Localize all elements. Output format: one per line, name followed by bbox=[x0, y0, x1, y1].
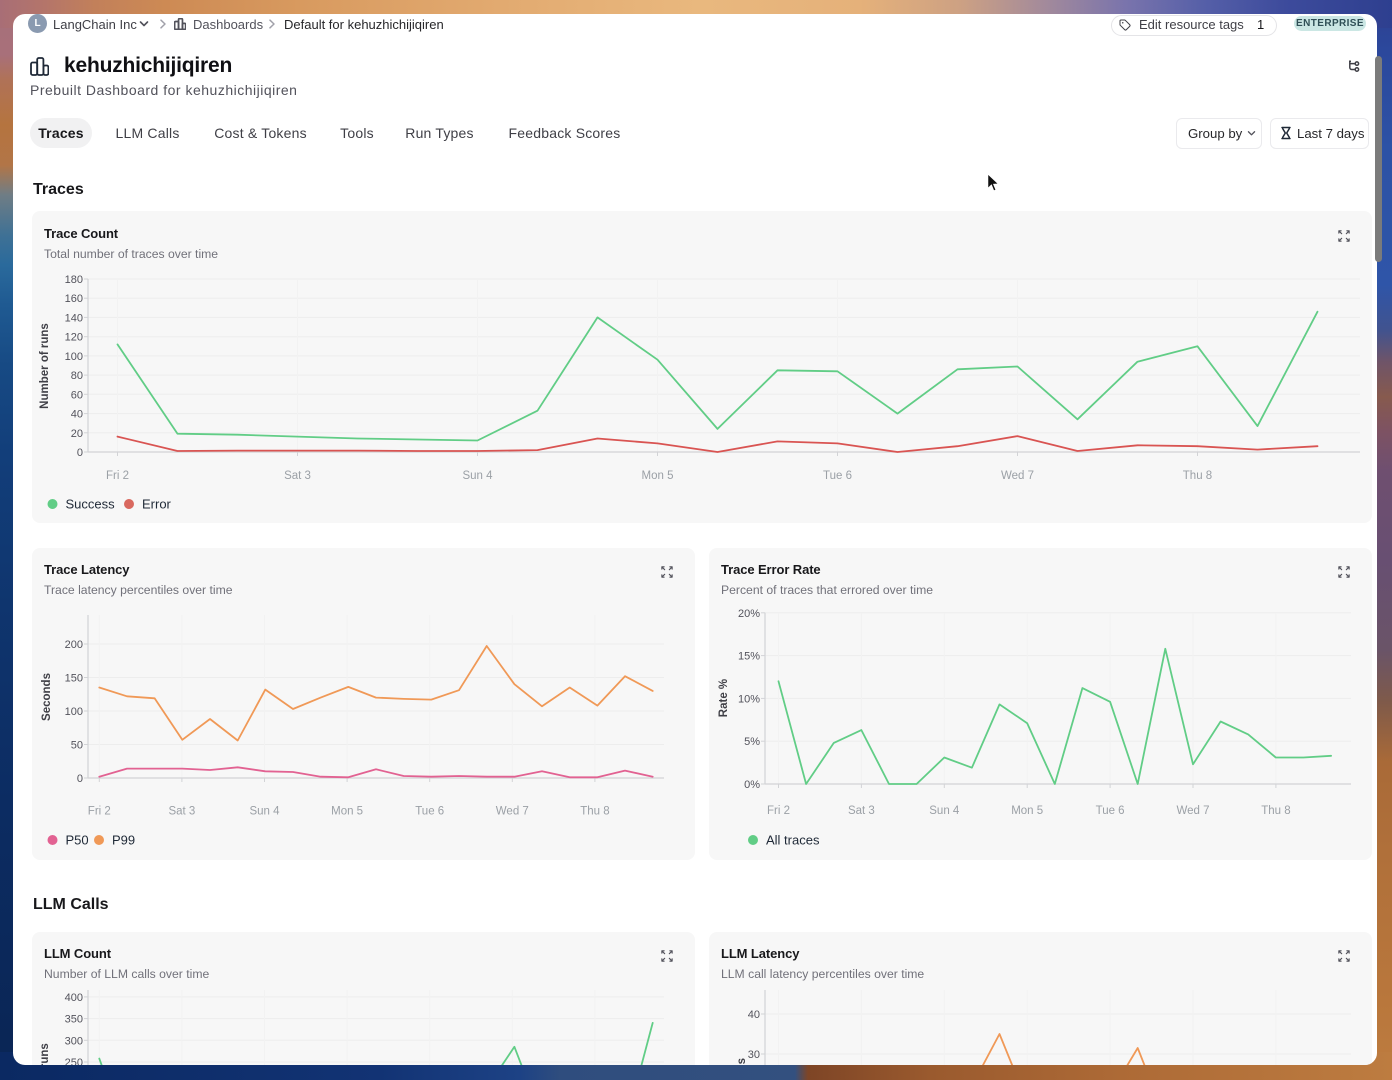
svg-text:350: 350 bbox=[65, 1014, 83, 1026]
svg-text:P99: P99 bbox=[112, 833, 135, 848]
svg-text:0: 0 bbox=[77, 773, 83, 785]
svg-text:Seconds: Seconds bbox=[736, 1058, 748, 1065]
svg-text:Tue 6: Tue 6 bbox=[415, 806, 444, 818]
svg-text:80: 80 bbox=[71, 370, 83, 382]
svg-text:P50: P50 bbox=[66, 833, 89, 848]
svg-text:200: 200 bbox=[65, 639, 83, 651]
svg-text:5%: 5% bbox=[744, 736, 760, 748]
svg-text:0%: 0% bbox=[744, 779, 760, 791]
svg-text:Tue 6: Tue 6 bbox=[823, 470, 852, 482]
svg-text:250: 250 bbox=[65, 1057, 83, 1065]
svg-text:Mon 5: Mon 5 bbox=[331, 806, 363, 818]
svg-text:15%: 15% bbox=[738, 651, 760, 663]
svg-text:300: 300 bbox=[65, 1035, 83, 1047]
svg-text:Rate %: Rate % bbox=[718, 679, 730, 717]
svg-text:Thu 8: Thu 8 bbox=[580, 806, 609, 818]
svg-text:Number of runs: Number of runs bbox=[39, 1043, 51, 1065]
svg-text:0: 0 bbox=[77, 447, 83, 459]
svg-text:140: 140 bbox=[65, 312, 83, 324]
svg-text:400: 400 bbox=[65, 992, 83, 1004]
svg-text:Sun 4: Sun 4 bbox=[929, 805, 960, 817]
svg-text:Wed 7: Wed 7 bbox=[1176, 805, 1209, 817]
svg-text:Sun 4: Sun 4 bbox=[462, 470, 493, 482]
svg-text:Wed 7: Wed 7 bbox=[496, 806, 529, 818]
svg-text:100: 100 bbox=[65, 351, 83, 363]
svg-text:Fri 2: Fri 2 bbox=[88, 806, 111, 818]
svg-text:Fri 2: Fri 2 bbox=[106, 470, 129, 482]
svg-text:10%: 10% bbox=[738, 693, 760, 705]
svg-text:50: 50 bbox=[71, 740, 83, 752]
svg-text:150: 150 bbox=[65, 673, 83, 685]
svg-text:40: 40 bbox=[71, 409, 83, 421]
svg-text:40: 40 bbox=[748, 1009, 760, 1021]
svg-text:100: 100 bbox=[65, 706, 83, 718]
svg-text:Tue 6: Tue 6 bbox=[1096, 805, 1125, 817]
svg-text:Error: Error bbox=[142, 497, 172, 512]
svg-text:All traces: All traces bbox=[766, 833, 820, 848]
svg-text:Sat 3: Sat 3 bbox=[848, 805, 875, 817]
svg-text:Mon 5: Mon 5 bbox=[1011, 805, 1043, 817]
svg-text:Thu 8: Thu 8 bbox=[1261, 805, 1290, 817]
svg-text:Sat 3: Sat 3 bbox=[168, 806, 195, 818]
svg-text:180: 180 bbox=[65, 274, 83, 286]
svg-text:20: 20 bbox=[71, 428, 83, 440]
svg-text:Fri 2: Fri 2 bbox=[767, 805, 790, 817]
svg-text:30: 30 bbox=[748, 1049, 760, 1061]
svg-text:Wed 7: Wed 7 bbox=[1001, 470, 1034, 482]
svg-text:Seconds: Seconds bbox=[41, 673, 53, 721]
svg-text:Thu 8: Thu 8 bbox=[1183, 470, 1212, 482]
svg-text:120: 120 bbox=[65, 332, 83, 344]
svg-text:Sun 4: Sun 4 bbox=[249, 806, 280, 818]
svg-text:160: 160 bbox=[65, 293, 83, 305]
svg-text:Number of runs: Number of runs bbox=[39, 323, 51, 409]
svg-text:Sat 3: Sat 3 bbox=[284, 470, 311, 482]
svg-text:Success: Success bbox=[66, 497, 116, 512]
svg-text:20%: 20% bbox=[738, 608, 760, 620]
svg-text:60: 60 bbox=[71, 389, 83, 401]
svg-text:Mon 5: Mon 5 bbox=[642, 470, 674, 482]
